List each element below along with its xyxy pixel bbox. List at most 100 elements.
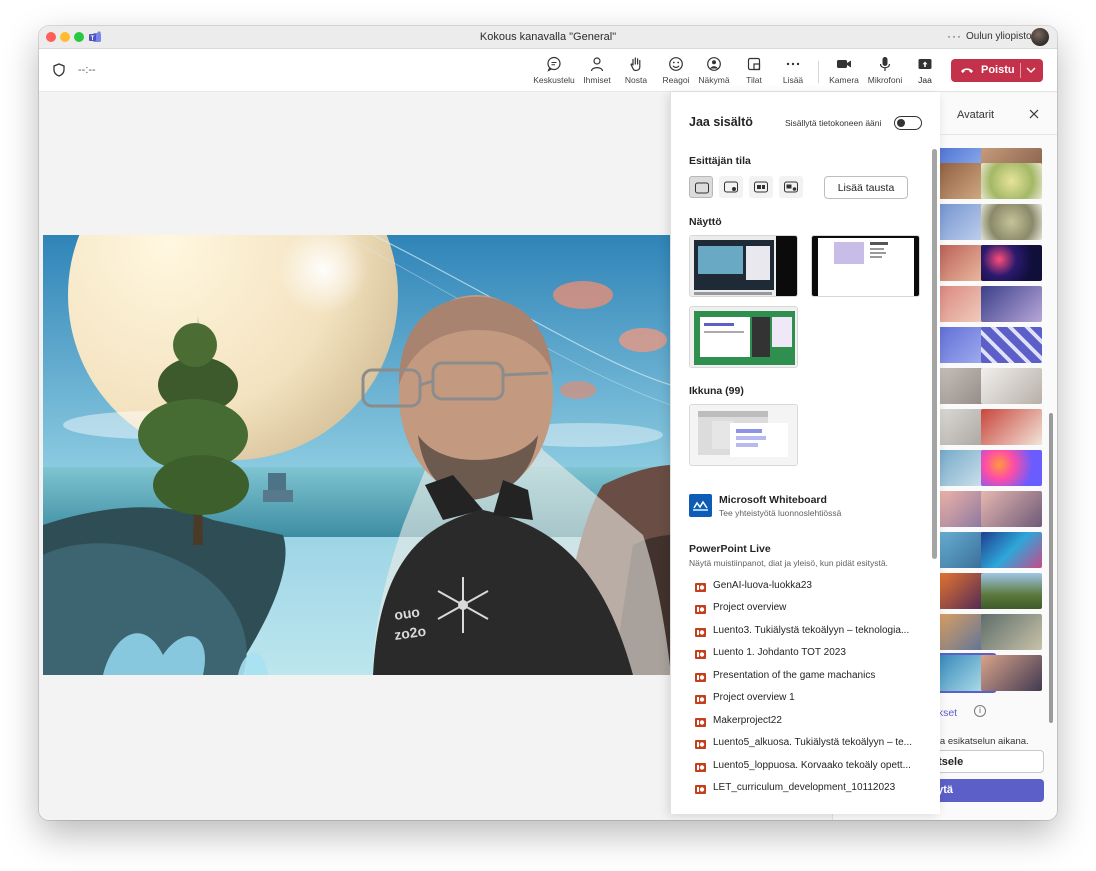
powerpoint-file[interactable]: LET_curriculum_development_10112023 bbox=[695, 782, 930, 796]
raise-hand-label: Nosta bbox=[624, 75, 648, 85]
background-tile[interactable] bbox=[981, 286, 1042, 322]
background-tile[interactable] bbox=[981, 573, 1042, 609]
camera-button[interactable]: Kamera bbox=[822, 54, 866, 88]
raise-hand-button[interactable]: Nosta bbox=[614, 54, 658, 88]
background-tile[interactable] bbox=[981, 491, 1042, 527]
rooms-icon bbox=[747, 57, 761, 71]
close-icon[interactable] bbox=[1029, 109, 1039, 119]
reporter-mode-button[interactable] bbox=[779, 176, 803, 198]
chat-label: Keskustelu bbox=[533, 75, 575, 85]
microphone-button[interactable]: Mikrofoni bbox=[863, 54, 907, 88]
powerpoint-icon bbox=[695, 718, 706, 727]
rooms-button[interactable]: Tilat bbox=[732, 54, 776, 88]
background-tile[interactable] bbox=[981, 409, 1042, 445]
powerpoint-file[interactable]: Luento5_loppuosa. Korvaako tekoäly opett… bbox=[695, 760, 930, 774]
window-heading: Ikkuna (99) bbox=[689, 385, 744, 397]
view-label: Näkymä bbox=[698, 75, 730, 85]
view-icon bbox=[707, 57, 721, 71]
rooms-label: Tilat bbox=[746, 75, 762, 85]
preview-note: ota esikatselun aikana. bbox=[932, 736, 1029, 747]
background-tile[interactable] bbox=[981, 163, 1042, 199]
powerpoint-file[interactable]: Luento3. Tukiälystä tekoälyyn – teknolog… bbox=[695, 625, 930, 639]
powerpoint-icon bbox=[695, 628, 706, 637]
side-by-side-mode-button[interactable] bbox=[749, 176, 773, 198]
background-tile[interactable] bbox=[981, 368, 1042, 404]
powerpoint-subtitle: Näytä muistiinpanot, diat ja yleisö, kun… bbox=[689, 558, 888, 568]
screen-thumbnail-3[interactable] bbox=[689, 306, 798, 368]
powerpoint-icon bbox=[695, 583, 706, 592]
participant-video: ouo zo2o bbox=[43, 235, 671, 675]
more-label: Lisää bbox=[782, 75, 804, 85]
apply-button[interactable]: äytä bbox=[925, 779, 1044, 802]
screen-thumbnail-2[interactable] bbox=[811, 235, 920, 297]
background-tile[interactable] bbox=[981, 245, 1042, 281]
background-tile[interactable] bbox=[981, 614, 1042, 650]
window-title: Kokous kanavalla "General" bbox=[479, 31, 617, 43]
computer-audio-label: Sisällytä tietokoneen ääni bbox=[785, 118, 882, 128]
share-label: Jaa bbox=[918, 75, 932, 85]
background-tile[interactable] bbox=[981, 450, 1042, 486]
preview-button[interactable]: atsele bbox=[925, 750, 1044, 773]
window-thumbnail[interactable] bbox=[689, 404, 798, 466]
more-button[interactable]: Lisää bbox=[771, 54, 815, 88]
shield-icon[interactable] bbox=[53, 63, 65, 77]
share-icon bbox=[918, 59, 932, 69]
file-name: LET_curriculum_development_10112023 bbox=[713, 782, 896, 793]
share-title: Jaa sisältö bbox=[689, 115, 753, 129]
leave-divider bbox=[1020, 63, 1021, 78]
window-preview bbox=[690, 405, 797, 465]
avatars-panel-title: Avatarit bbox=[957, 109, 995, 121]
people-button[interactable]: Ihmiset bbox=[575, 54, 619, 88]
chat-icon bbox=[547, 56, 561, 72]
powerpoint-file[interactable]: Project overview bbox=[695, 602, 930, 616]
content-only-mode-button[interactable] bbox=[689, 176, 713, 198]
powerpoint-file[interactable]: Makerproject22 bbox=[695, 715, 930, 729]
file-name: Makerproject22 bbox=[713, 715, 782, 726]
camera-icon bbox=[837, 60, 851, 68]
powerpoint-file[interactable]: GenAI-luova-luokka23 bbox=[695, 580, 930, 594]
chevron-down-icon[interactable] bbox=[1025, 63, 1037, 77]
powerpoint-icon bbox=[695, 650, 706, 659]
leave-button[interactable]: Poistu bbox=[951, 59, 1043, 82]
title-more-icon[interactable]: ··· bbox=[947, 29, 962, 43]
file-name: Luento3. Tukiälystä tekoälyyn – teknolog… bbox=[713, 625, 910, 636]
microphone-label: Mikrofoni bbox=[867, 75, 903, 85]
powerpoint-icon bbox=[695, 605, 706, 614]
share-scrollbar[interactable] bbox=[932, 149, 937, 559]
meeting-toolbar: --:-- Keskustelu Ihmiset Nosta Reagoi Nä… bbox=[39, 49, 1057, 115]
background-tile[interactable] bbox=[981, 655, 1042, 691]
standout-mode-button[interactable] bbox=[719, 176, 743, 198]
avatars-scrollbar[interactable] bbox=[1049, 413, 1053, 723]
view-button[interactable]: Näkymä bbox=[692, 54, 736, 88]
powerpoint-file[interactable]: Presentation of the game machanics bbox=[695, 670, 930, 684]
computer-audio-toggle[interactable] bbox=[894, 116, 922, 130]
share-button[interactable]: Jaa bbox=[903, 54, 947, 88]
reporter-icon bbox=[784, 181, 798, 193]
chat-button[interactable]: Keskustelu bbox=[532, 54, 576, 88]
background-tile[interactable] bbox=[981, 532, 1042, 568]
side-by-side-icon bbox=[754, 181, 768, 193]
meeting-timer: --:-- bbox=[78, 64, 96, 76]
powerpoint-file[interactable]: Luento 1. Johdanto TOT 2023 bbox=[695, 647, 930, 661]
leave-label: Poistu bbox=[981, 64, 1015, 76]
user-avatar[interactable] bbox=[1031, 28, 1049, 46]
video-feed: ouo zo2o bbox=[43, 235, 671, 675]
info-icon[interactable]: i bbox=[974, 705, 986, 717]
file-name: GenAI-luova-luokka23 bbox=[713, 580, 812, 591]
screen-thumbnail-1[interactable] bbox=[689, 235, 798, 297]
organization-name[interactable]: Oulun yliopisto bbox=[966, 31, 1032, 42]
microphone-icon bbox=[879, 57, 891, 71]
add-background-button[interactable]: Lisää tausta bbox=[824, 176, 908, 199]
powerpoint-icon bbox=[695, 740, 706, 749]
screen-preview bbox=[690, 236, 797, 296]
screen-preview bbox=[690, 307, 797, 367]
title-bar: T Kokous kanavalla "General" ··· Oulun y… bbox=[39, 26, 1057, 49]
powerpoint-file[interactable]: Project overview 1 bbox=[695, 692, 930, 706]
share-content-flyout: Jaa sisältö Sisällytä tietokoneen ääni E… bbox=[670, 92, 940, 814]
people-icon bbox=[590, 57, 604, 72]
background-tile[interactable] bbox=[981, 327, 1042, 363]
whiteboard-title[interactable]: Microsoft Whiteboard bbox=[719, 494, 827, 506]
toolbar-divider bbox=[818, 61, 819, 83]
background-tile[interactable] bbox=[981, 204, 1042, 240]
powerpoint-file[interactable]: Luento5_alkuosa. Tukiälystä tekoälyyn – … bbox=[695, 737, 930, 751]
